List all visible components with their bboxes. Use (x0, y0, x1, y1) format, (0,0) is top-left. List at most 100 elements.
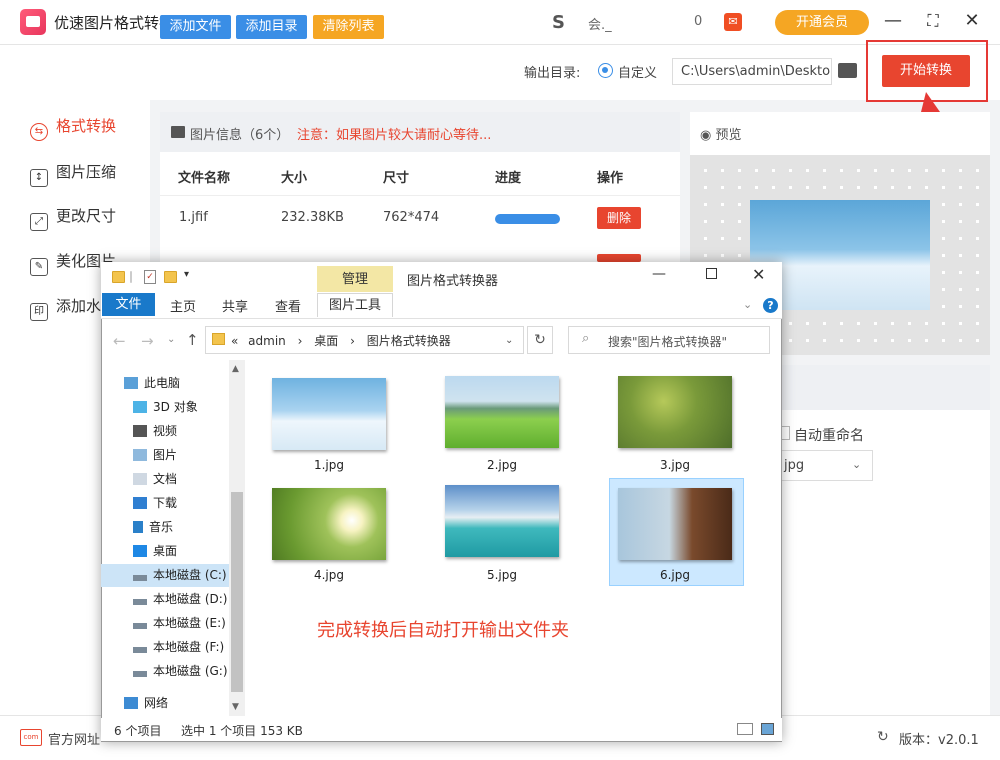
nav-item-drive-c[interactable]: 本地磁盘 (C:) (133, 566, 227, 583)
explorer-maximize-icon[interactable] (706, 268, 717, 279)
add-file-button[interactable]: 添加文件 (160, 15, 231, 39)
ribbon-tab-share[interactable]: 共享 (222, 296, 248, 315)
file-label[interactable]: 5.jpg (445, 568, 559, 582)
breadcrumb-separator[interactable]: › (298, 334, 303, 348)
delete-button[interactable]: 删除 (597, 207, 641, 229)
new-folder-icon[interactable] (164, 271, 177, 283)
nav-label: 本地磁盘 (F:) (153, 640, 225, 654)
update-icon[interactable]: ↻ (877, 729, 889, 745)
nav-item-3d-objects[interactable]: 3D 对象 (133, 398, 198, 415)
nav-item-desktop[interactable]: 桌面 (133, 542, 177, 559)
thumbnail-image[interactable] (272, 488, 386, 560)
nav-label: 音乐 (149, 520, 174, 534)
nav-item-network[interactable]: 网络 (124, 694, 168, 711)
sidebar-item-compress[interactable]: ↕ 图片压缩 (30, 157, 150, 187)
maximize-icon[interactable]: ⛶ (918, 6, 948, 36)
customize-qat-icon[interactable]: ▾ (184, 269, 189, 280)
add-directory-button[interactable]: 添加目录 (236, 15, 307, 39)
breadcrumb-overflow[interactable]: « (231, 334, 238, 348)
file-label[interactable]: 2.jpg (445, 458, 559, 472)
file-label[interactable]: 1.jpg (272, 458, 386, 472)
back-arrow-icon[interactable]: ← (113, 332, 126, 350)
message-icon[interactable]: ✉ (724, 13, 742, 31)
video-icon (133, 425, 147, 437)
website-icon[interactable]: com (20, 729, 42, 746)
refresh-icon[interactable]: ↻ (527, 326, 553, 354)
nav-item-drive-f[interactable]: 本地磁盘 (F:) (133, 638, 224, 655)
beautify-icon: ✎ (30, 258, 48, 276)
large-icons-view-icon[interactable] (761, 723, 774, 735)
ribbon-expand-icon[interactable]: ⌄ (743, 298, 752, 311)
folder-icon (212, 333, 225, 345)
ribbon-tab-file[interactable]: 文件 (102, 293, 155, 316)
thumbnail-image[interactable] (618, 488, 732, 560)
website-link[interactable]: 官方网址 (48, 729, 100, 748)
thumbnail-image[interactable] (445, 485, 559, 557)
clear-list-button[interactable]: 清除列表 (313, 15, 384, 39)
nav-label: 网络 (144, 696, 169, 710)
delete-button[interactable] (597, 254, 641, 262)
user-name[interactable]: 会._ (588, 14, 612, 33)
vip-button[interactable]: 开通会员 (775, 10, 869, 35)
drive-icon (133, 575, 147, 581)
details-view-icon[interactable] (737, 723, 753, 735)
sidebar-item-label: 更改尺寸 (56, 207, 117, 225)
custom-output-radio[interactable] (598, 63, 613, 78)
scroll-up-icon[interactable]: ▲ (232, 364, 239, 374)
drive-icon (133, 671, 147, 677)
nav-item-videos[interactable]: 视频 (133, 422, 177, 439)
recent-locations-icon[interactable]: ⌄ (167, 334, 175, 345)
ribbon-tab-picture-tools[interactable]: 图片工具 (317, 293, 393, 317)
chevron-down-icon[interactable]: ⌄ (852, 458, 861, 471)
folder-icon[interactable] (112, 271, 125, 283)
forward-arrow-icon[interactable]: → (141, 332, 154, 350)
breadcrumb-separator[interactable]: › (350, 334, 355, 348)
thumbnail-image[interactable] (272, 378, 386, 450)
thumbnail-image[interactable] (445, 376, 559, 448)
breadcrumb-admin[interactable]: admin (248, 334, 286, 348)
message-count: 0 (694, 14, 703, 29)
minimize-icon[interactable]: — (880, 6, 906, 36)
close-icon[interactable]: ✕ (958, 6, 986, 36)
file-label[interactable]: 3.jpg (618, 458, 732, 472)
explorer-minimize-icon[interactable]: — (652, 266, 666, 282)
image-info-icon (171, 126, 185, 138)
3d-objects-icon (133, 401, 147, 413)
scroll-down-icon[interactable]: ▼ (232, 702, 239, 712)
drive-icon (133, 647, 147, 653)
nav-item-this-pc[interactable]: 此电脑 (124, 374, 180, 391)
properties-icon[interactable]: ✓ (144, 270, 156, 284)
nav-item-pictures[interactable]: 图片 (133, 446, 177, 463)
file-label[interactable]: 4.jpg (272, 568, 386, 582)
resize-icon: ⤢ (30, 213, 48, 231)
thumbnail-image[interactable] (618, 376, 732, 448)
user-logo-icon[interactable]: S (552, 12, 565, 33)
nav-item-drive-d[interactable]: 本地磁盘 (D:) (133, 590, 227, 607)
column-header-progress: 进度 (495, 171, 522, 186)
tab-manage[interactable]: 管理 (317, 266, 393, 293)
breadcrumb-current[interactable]: 图片格式转换器 (367, 334, 451, 348)
file-label[interactable]: 6.jpg (618, 568, 732, 582)
nav-item-drive-g[interactable]: 本地磁盘 (G:) (133, 662, 228, 679)
nav-item-drive-e[interactable]: 本地磁盘 (E:) (133, 614, 226, 631)
nav-scrollbar-thumb[interactable] (231, 492, 243, 692)
output-path-field[interactable]: C:\Users\admin\Deskto (672, 58, 832, 85)
breadcrumb[interactable]: « admin › 桌面 › 图片格式转换器 (231, 332, 451, 349)
nav-label: 文档 (153, 472, 178, 486)
ribbon-tab-view[interactable]: 查看 (275, 296, 301, 315)
column-header-name: 文件名称 (178, 171, 231, 186)
address-dropdown-icon[interactable]: ⌄ (505, 335, 513, 346)
help-icon[interactable]: ? (763, 298, 778, 313)
up-arrow-icon[interactable]: ↑ (186, 331, 199, 349)
ribbon-tab-home[interactable]: 主页 (170, 296, 196, 315)
explorer-close-icon[interactable]: ✕ (752, 265, 765, 284)
sidebar-item-resize[interactable]: ⤢ 更改尺寸 (30, 201, 150, 231)
sidebar-item-format-convert[interactable]: ⇆ 格式转换 (30, 111, 150, 141)
file-dims-cell: 762*474 (383, 210, 440, 225)
nav-item-documents[interactable]: 文档 (133, 470, 177, 487)
compress-icon: ↕ (30, 169, 48, 187)
breadcrumb-desktop[interactable]: 桌面 (314, 334, 338, 348)
browse-folder-icon[interactable] (838, 63, 857, 78)
nav-item-downloads[interactable]: 下载 (133, 494, 177, 511)
nav-item-music[interactable]: 音乐 (133, 518, 173, 535)
